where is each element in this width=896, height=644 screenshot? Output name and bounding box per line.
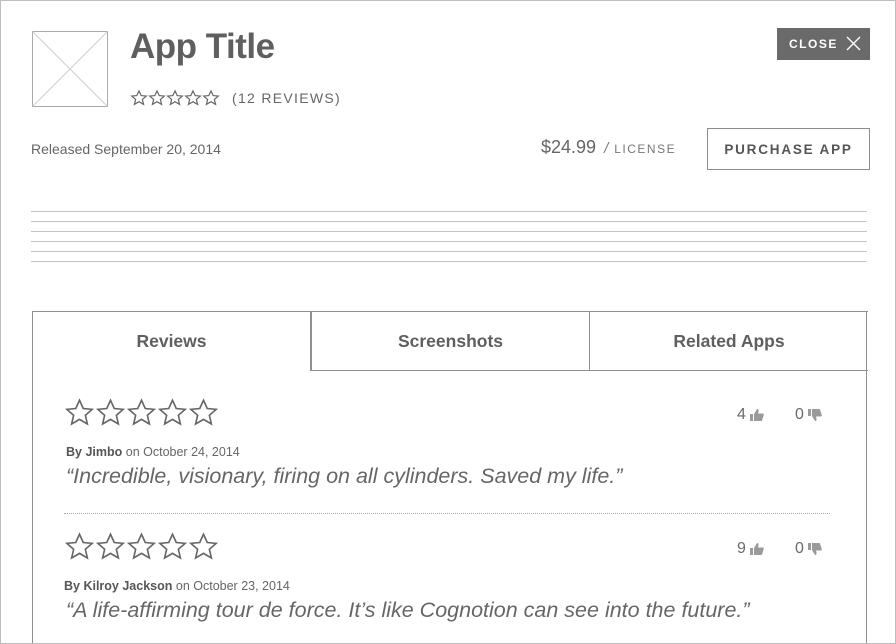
price: $24.99 bbox=[541, 137, 597, 157]
thumbs-up-icon bbox=[749, 543, 764, 555]
star-outline-icon bbox=[64, 398, 95, 426]
star-outline-icon bbox=[148, 89, 166, 106]
thumbs-up-icon bbox=[749, 409, 764, 421]
star-outline-icon bbox=[130, 89, 148, 106]
upvote-count: 9 bbox=[737, 540, 746, 557]
upvote-button[interactable]: 4 bbox=[737, 406, 765, 424]
app-title: App Title bbox=[130, 27, 275, 66]
star-outline-icon bbox=[184, 89, 202, 106]
review-date: on October 23, 2014 bbox=[175, 579, 290, 593]
image-placeholder-icon bbox=[32, 31, 108, 107]
review-rating-stars bbox=[64, 398, 219, 428]
review-author: By Kilroy Jackson bbox=[64, 579, 173, 593]
upvote-count: 4 bbox=[737, 406, 746, 423]
star-outline-icon bbox=[202, 89, 220, 106]
description-line bbox=[31, 261, 867, 262]
description-line bbox=[31, 251, 867, 252]
app-rating: (12 REVIEWS) bbox=[130, 88, 341, 108]
description-line bbox=[31, 231, 867, 232]
star-outline-icon bbox=[157, 532, 188, 560]
star-outline-icon bbox=[188, 398, 219, 426]
star-outline-icon bbox=[64, 532, 95, 560]
review-byline: By Jimbo on October 24, 2014 bbox=[66, 445, 240, 459]
star-outline-icon bbox=[126, 532, 157, 560]
downvote-count: 0 bbox=[795, 540, 804, 557]
release-date: Released September 20, 2014 bbox=[31, 141, 221, 157]
description-line bbox=[31, 221, 867, 222]
close-icon bbox=[846, 36, 861, 51]
star-outline-icon bbox=[166, 89, 184, 106]
purchase-app-button[interactable]: PURCHASE APP bbox=[707, 128, 870, 170]
tab-reviews[interactable]: Reviews bbox=[32, 311, 311, 371]
price-info: $24.99 / LICENSE bbox=[541, 137, 676, 158]
review-text: “A life-affirming tour de force. It’s li… bbox=[66, 598, 750, 622]
star-outline-icon bbox=[188, 532, 219, 560]
close-button[interactable]: CLOSE bbox=[777, 28, 870, 60]
downvote-button[interactable]: 0 bbox=[795, 540, 823, 558]
review-count-link[interactable]: (12 REVIEWS) bbox=[232, 90, 341, 106]
review-byline: By Kilroy Jackson on October 23, 2014 bbox=[64, 579, 290, 593]
downvote-count: 0 bbox=[795, 406, 804, 423]
close-button-label: CLOSE bbox=[789, 37, 838, 51]
app-detail-modal: App Title (12 REVIEWS) CLOSE Released Se… bbox=[0, 0, 896, 644]
star-outline-icon bbox=[126, 398, 157, 426]
app-rating-stars bbox=[130, 89, 220, 107]
upvote-button[interactable]: 9 bbox=[737, 540, 765, 558]
star-outline-icon bbox=[157, 398, 188, 426]
star-outline-icon bbox=[95, 532, 126, 560]
tab-screenshots[interactable]: Screenshots bbox=[311, 311, 590, 371]
review-date: on October 24, 2014 bbox=[125, 445, 240, 459]
description-placeholder bbox=[31, 211, 867, 271]
price-unit: LICENSE bbox=[614, 142, 677, 156]
review-divider bbox=[64, 513, 830, 514]
thumbs-down-icon bbox=[807, 543, 822, 555]
review-rating-stars bbox=[64, 532, 219, 562]
review-text: “Incredible, visionary, firing on all cy… bbox=[66, 464, 623, 488]
review-author: By Jimbo bbox=[66, 445, 123, 459]
description-line bbox=[31, 241, 867, 242]
tab-related-apps[interactable]: Related Apps bbox=[589, 311, 868, 371]
thumbs-down-icon bbox=[807, 409, 822, 421]
description-line bbox=[31, 211, 867, 212]
tabs-panel: Reviews Screenshots Related Apps 4 0 By … bbox=[32, 311, 868, 643]
star-outline-icon bbox=[95, 398, 126, 426]
price-separator: / bbox=[604, 140, 609, 157]
downvote-button[interactable]: 0 bbox=[795, 406, 823, 424]
